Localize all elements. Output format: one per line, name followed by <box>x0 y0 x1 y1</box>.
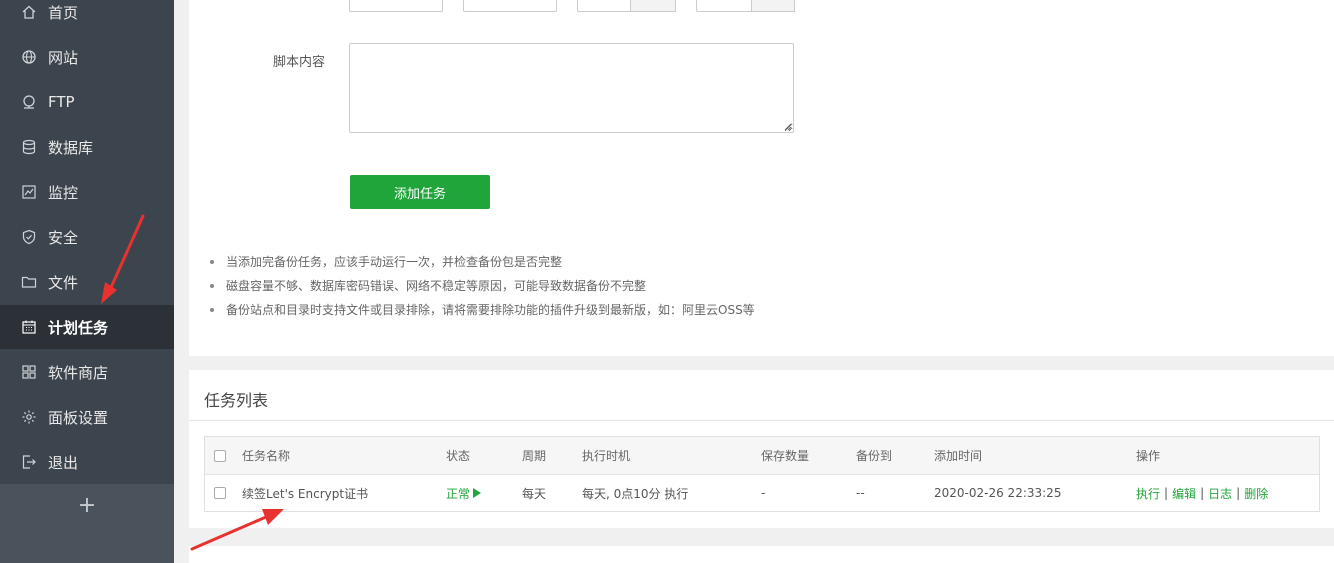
task-list-panel: 任务列表 任务名称 状态 周期 执行时机 保存数量 备份到 添加时间 操作 续签… <box>189 370 1334 528</box>
column-header: 状态 <box>446 449 471 463</box>
sidebar-item-scheduled-tasks[interactable]: 计划任务 <box>0 305 174 349</box>
table-header: 任务名称 状态 周期 执行时机 保存数量 备份到 添加时间 操作 <box>205 437 1319 475</box>
sidebar-item-security[interactable]: 安全 <box>0 215 174 259</box>
script-content-textarea[interactable] <box>349 43 794 133</box>
minute-input[interactable] <box>696 0 752 12</box>
sidebar-item-label: 面板设置 <box>48 408 109 427</box>
monitor-icon <box>20 183 38 201</box>
delete-link[interactable]: 删除 <box>1244 485 1268 502</box>
calendar-icon <box>20 318 38 336</box>
status-cell: 正常 <box>446 475 482 511</box>
column-header: 任务名称 <box>242 449 291 463</box>
hour-input[interactable] <box>577 0 631 12</box>
sidebar-item-app-store[interactable]: 软件商店 <box>0 350 174 394</box>
database-icon <box>20 138 38 156</box>
task-name: 续签Let's Encrypt证书 <box>242 486 369 501</box>
sidebar-item-label: 退出 <box>48 453 79 472</box>
column-header: 周期 <box>522 449 547 463</box>
day-select[interactable] <box>463 0 557 12</box>
grid-icon <box>20 363 38 381</box>
task-form-panel: 脚本内容 添加任务 当添加完备份任务，应该手动运行一次，并检查备份包是否完整 磁… <box>189 0 1334 356</box>
script-content-label: 脚本内容 <box>273 55 326 70</box>
bottom-panel <box>189 546 1334 563</box>
sidebar-item-label: 数据库 <box>48 138 94 157</box>
sidebar-item-panel-settings[interactable]: 面板设置 <box>0 395 174 439</box>
sidebar-item-ftp[interactable]: FTP <box>0 80 174 124</box>
backup-to-cell: -- <box>856 486 865 500</box>
sidebar-item-label: 计划任务 <box>48 318 109 337</box>
task-table: 任务名称 状态 周期 执行时机 保存数量 备份到 添加时间 操作 续签Let's… <box>204 436 1320 512</box>
sidebar-item-home[interactable]: 首页 <box>0 0 174 34</box>
column-header: 添加时间 <box>934 449 983 463</box>
sidebar-item-logout[interactable]: 退出 <box>0 440 174 484</box>
shield-icon <box>20 228 38 246</box>
logout-icon <box>20 453 38 471</box>
separator: | <box>1164 486 1169 500</box>
sidebar-item-label: 文件 <box>48 273 79 292</box>
sidebar-item-label: 软件商店 <box>48 363 109 382</box>
sidebar-item-database[interactable]: 数据库 <box>0 125 174 169</box>
select-all-checkbox[interactable] <box>214 449 226 462</box>
tip-item: 磁盘容量不够、数据库密码错误、网络不稳定等原因，可能导致数据备份不完整 <box>207 276 755 300</box>
cycle-select[interactable] <box>349 0 443 12</box>
sidebar-item-label: 首页 <box>48 3 79 22</box>
sidebar-item-label: FTP <box>48 93 75 111</box>
status-text: 正常 <box>446 486 471 501</box>
sidebar-footer: + <box>0 484 174 563</box>
separator: | <box>1236 486 1241 500</box>
add-task-button[interactable]: 添加任务 <box>350 175 490 209</box>
task-list-title: 任务列表 <box>204 391 269 410</box>
actions-cell: 执行 | 编辑 | 日志 | 删除 <box>1136 475 1268 511</box>
home-icon <box>20 3 38 21</box>
ftp-icon <box>20 93 38 111</box>
folder-icon <box>20 273 38 291</box>
column-header: 执行时机 <box>582 449 631 463</box>
column-header: 操作 <box>1136 449 1161 463</box>
sidebar-item-label: 监控 <box>48 183 79 202</box>
sidebar-item-monitor[interactable]: 监控 <box>0 170 174 214</box>
tip-item: 当添加完备份任务，应该手动运行一次，并检查备份包是否完整 <box>207 252 755 276</box>
sidebar-item-label: 安全 <box>48 228 79 247</box>
column-header: 备份到 <box>856 449 893 463</box>
separator: | <box>1200 486 1205 500</box>
table-row: 续签Let's Encrypt证书 正常 每天 每天, 0点10分 执行 - -… <box>205 475 1319 511</box>
save-count-cell: - <box>761 486 766 500</box>
add-shortcut-button[interactable]: + <box>0 484 174 526</box>
timing-cell: 每天, 0点10分 执行 <box>582 486 689 501</box>
column-header: 保存数量 <box>761 449 810 463</box>
row-checkbox[interactable] <box>214 487 226 499</box>
hour-unit <box>630 0 676 12</box>
tips-list: 当添加完备份任务，应该手动运行一次，并检查备份包是否完整 磁盘容量不够、数据库密… <box>207 252 755 324</box>
minute-unit <box>751 0 795 12</box>
gear-icon <box>20 408 38 426</box>
tip-item: 备份站点和目录时支持文件或目录排除，请将需要排除功能的插件升级到最新版，如：阿里… <box>207 300 755 324</box>
divider <box>189 420 1334 421</box>
row-select-cell <box>214 475 226 511</box>
cycle-cell: 每天 <box>522 486 547 501</box>
log-link[interactable]: 日志 <box>1208 485 1232 502</box>
sidebar-item-files[interactable]: 文件 <box>0 260 174 304</box>
status-toggle[interactable]: 正常 <box>446 485 482 502</box>
sidebar: 首页 网站 FTP 数据库 监控 安全 文件 计划任务 软件商店 面板设置 退出 <box>0 0 174 563</box>
run-link[interactable]: 执行 <box>1136 485 1160 502</box>
sidebar-item-label: 网站 <box>48 48 79 67</box>
edit-link[interactable]: 编辑 <box>1172 485 1196 502</box>
select-all-cell <box>214 437 226 474</box>
play-icon <box>473 488 482 498</box>
resize-handle-icon[interactable] <box>783 122 792 131</box>
sidebar-item-website[interactable]: 网站 <box>0 35 174 79</box>
globe-icon <box>20 48 38 66</box>
added-time-cell: 2020-02-26 22:33:25 <box>934 486 1062 500</box>
